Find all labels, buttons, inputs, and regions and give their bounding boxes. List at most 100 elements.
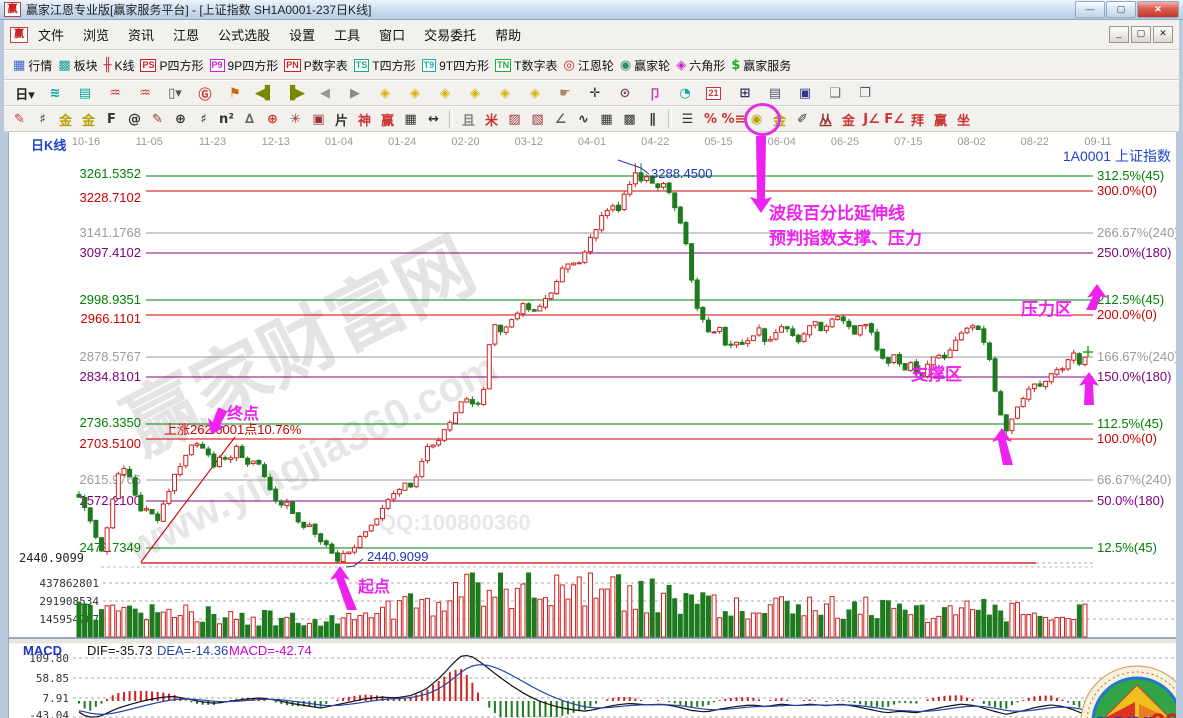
- grid-123-icon[interactable]: ▦: [399, 112, 422, 127]
- diamond-left-icon[interactable]: ◈: [373, 86, 397, 101]
- wave9-icon[interactable]: ♒: [133, 86, 157, 101]
- export-icon[interactable]: ❏: [823, 86, 847, 101]
- fractal-icon[interactable]: 片: [330, 110, 353, 129]
- period-dropdown[interactable]: 日▾: [13, 84, 37, 103]
- menu-tools[interactable]: 工具: [334, 25, 360, 44]
- p-number-button[interactable]: PNP数字表: [284, 57, 348, 74]
- grid-dark2-icon[interactable]: ▩: [618, 112, 641, 127]
- wave3-icon[interactable]: ♒: [103, 86, 127, 101]
- kline-button[interactable]: ╫K线: [104, 57, 135, 74]
- gann-circle-icon[interactable]: ⊕: [169, 112, 192, 127]
- brain-icon[interactable]: ◔: [673, 86, 697, 101]
- menu-window[interactable]: 窗口: [379, 25, 405, 44]
- t-square-button[interactable]: TST四方形: [354, 57, 416, 74]
- service-button[interactable]: $赢家服务: [731, 57, 791, 74]
- child-restore-button[interactable]: ▢: [1131, 26, 1151, 43]
- width-tool-icon[interactable]: ↔: [422, 112, 445, 127]
- t9-square-button[interactable]: T99T四方形: [422, 57, 490, 74]
- diamond-compress-icon[interactable]: ◈: [493, 86, 517, 101]
- bai-tool-icon[interactable]: 拜: [906, 110, 929, 129]
- market-button[interactable]: ▦行情: [13, 57, 52, 74]
- menu-browse[interactable]: 浏览: [83, 25, 109, 44]
- angle-line-icon[interactable]: ∠: [549, 112, 572, 127]
- compass-icon[interactable]: ⊕: [261, 112, 284, 127]
- calculator-icon[interactable]: ⊞: [733, 86, 757, 101]
- shape-dropdown[interactable]: ▯▾: [163, 86, 187, 101]
- close-button[interactable]: ✕: [1137, 1, 1179, 18]
- stamp-tool-icon[interactable]: 卩: [643, 84, 667, 103]
- flag-icon[interactable]: ⚑: [223, 86, 247, 101]
- percent-extension-icon[interactable]: %≡: [722, 112, 745, 127]
- zigzag-icon[interactable]: ∿: [572, 112, 595, 127]
- gold-split-icon[interactable]: 金: [54, 110, 77, 129]
- jump-last-icon[interactable]: ▐▶: [283, 86, 307, 101]
- title-bar[interactable]: 赢 赢家江恩专业版[赢家服务平台] - [上证指数 SH1A0001-237日K…: [0, 0, 1183, 20]
- gann-grid-icon[interactable]: ♯: [31, 112, 54, 127]
- crosshair-icon[interactable]: ✛: [583, 86, 607, 101]
- draw-pencil-icon[interactable]: ✎: [8, 112, 31, 127]
- a-shape-icon[interactable]: 丛: [814, 110, 837, 129]
- gold-red-icon[interactable]: 金: [837, 110, 860, 129]
- zoom-tool-icon[interactable]: ⊙: [613, 86, 637, 101]
- p-square-button[interactable]: PSP四方形: [140, 57, 203, 74]
- menu-settings[interactable]: 设置: [289, 25, 315, 44]
- diamond-full-icon[interactable]: ◈: [523, 86, 547, 101]
- menu-trade[interactable]: 交易委托: [424, 25, 476, 44]
- box-fill-icon[interactable]: ▨: [503, 112, 526, 127]
- gold-split2-icon[interactable]: 金: [77, 110, 100, 129]
- grid-dark-icon[interactable]: ▦: [595, 112, 618, 127]
- child-close-button[interactable]: ✕: [1153, 26, 1173, 43]
- n-square-icon[interactable]: n²: [215, 112, 238, 127]
- print-icon[interactable]: ❐: [853, 86, 877, 101]
- shen-tool-icon[interactable]: 神: [353, 110, 376, 129]
- menu-news[interactable]: 资讯: [128, 25, 154, 44]
- gann-mark-icon[interactable]: Ⓖ: [193, 84, 217, 103]
- hand-tool-icon[interactable]: ☛: [553, 86, 577, 101]
- j-angle-icon[interactable]: J∠: [860, 112, 883, 127]
- star-grid-icon[interactable]: ✳: [284, 112, 307, 127]
- macd-indicator-label[interactable]: MACD: [23, 643, 62, 658]
- child-minimize-button[interactable]: _: [1109, 26, 1129, 43]
- info-note-icon[interactable]: ▤: [73, 86, 97, 101]
- t-number-button[interactable]: TNT数字表: [495, 57, 557, 74]
- step-next-icon[interactable]: ▶: [343, 86, 367, 101]
- f-angle-icon[interactable]: F∠: [883, 112, 906, 127]
- spiral-tool-icon[interactable]: @: [123, 112, 146, 127]
- calendar-icon[interactable]: 21: [703, 87, 727, 100]
- report-icon[interactable]: ▤: [763, 86, 787, 101]
- ying-tool-icon[interactable]: 赢: [376, 110, 399, 129]
- menu-gann[interactable]: 江恩: [173, 25, 199, 44]
- hexagon-button[interactable]: ◈六角形: [676, 57, 725, 74]
- chart-area[interactable]: 赢家财富网 www.yingjia360.com QQ:10080036010-…: [8, 132, 1175, 718]
- square-grid-icon[interactable]: ▣: [307, 112, 330, 127]
- pattern-icon[interactable]: ≋: [43, 86, 67, 101]
- minimize-button[interactable]: —: [1075, 1, 1105, 18]
- angle-tool-icon[interactable]: ∆: [238, 112, 261, 127]
- sector-button[interactable]: ▩板块: [58, 57, 97, 74]
- list-percent-icon[interactable]: ☰: [676, 112, 699, 127]
- draw-pencil2-icon[interactable]: ✎: [146, 112, 169, 127]
- gold-circle-icon[interactable]: ◉: [745, 112, 768, 127]
- ying2-tool-icon[interactable]: 赢: [929, 110, 952, 129]
- gann-wheel-button[interactable]: ◎江恩轮: [563, 57, 613, 74]
- percent-box-icon[interactable]: %: [699, 112, 722, 127]
- grid2-icon[interactable]: ♯: [192, 112, 215, 127]
- save-icon[interactable]: ▣: [793, 86, 817, 101]
- diamond-right-icon[interactable]: ◈: [403, 86, 427, 101]
- p9-square-button[interactable]: P99P四方形: [210, 57, 279, 74]
- chart-canvas[interactable]: 赢家财富网 www.yingjia360.com QQ:10080036010-…: [9, 132, 1176, 718]
- jump-first-icon[interactable]: ◀▌: [253, 86, 277, 101]
- zuo-tool-icon[interactable]: 坐: [952, 110, 975, 129]
- step-prev-icon[interactable]: ◀: [313, 86, 337, 101]
- diamond-shrink-icon[interactable]: ◈: [463, 86, 487, 101]
- diamond-expand-icon[interactable]: ◈: [433, 86, 457, 101]
- ray-fan-icon[interactable]: 米: [480, 110, 503, 129]
- gold-lines-icon[interactable]: 金: [768, 110, 791, 129]
- fib-tool-icon[interactable]: F: [100, 112, 123, 127]
- menu-file[interactable]: 文件: [38, 25, 64, 44]
- menu-help[interactable]: 帮助: [495, 25, 521, 44]
- box-fill2-icon[interactable]: ▧: [526, 112, 549, 127]
- box-tool-icon[interactable]: 且: [457, 110, 480, 129]
- menu-formula[interactable]: 公式选股: [218, 25, 270, 44]
- parallel-icon[interactable]: ∥: [641, 112, 664, 127]
